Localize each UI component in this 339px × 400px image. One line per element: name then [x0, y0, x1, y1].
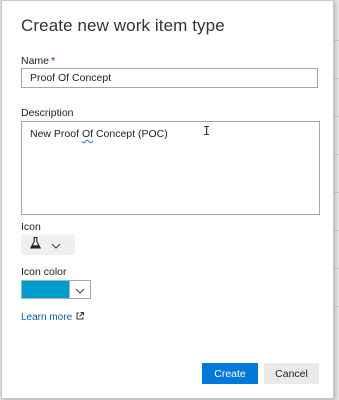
name-input-value: Proof Of Concept — [30, 72, 112, 84]
name-input[interactable]: Proof Of Concept — [21, 68, 318, 88]
flask-icon — [29, 236, 42, 254]
description-label: Description — [21, 107, 74, 119]
icon-color-label: Icon color — [21, 266, 67, 278]
color-swatch[interactable] — [21, 280, 70, 299]
name-label-text: Name — [21, 55, 50, 67]
name-label: Name * — [21, 55, 55, 67]
dialog-title: Create new work item type — [21, 16, 225, 35]
icon-picker-dropdown[interactable] — [21, 235, 75, 255]
chevron-down-icon — [51, 236, 61, 254]
create-work-item-type-dialog: Create new work item type Name * Proof Of… — [1, 0, 334, 399]
description-text-start: New Proof — [30, 128, 82, 140]
required-marker: * — [51, 55, 56, 67]
color-dropdown-button[interactable] — [70, 280, 91, 299]
icon-label: Icon — [21, 221, 41, 233]
description-text-end: Concept (POC) — [93, 128, 168, 140]
text-cursor-icon: I — [203, 124, 211, 138]
misspelled-word: Of — [81, 128, 94, 140]
description-textarea[interactable]: New Proof Of Concept (POC) — [21, 121, 320, 215]
create-button[interactable]: Create — [202, 363, 258, 384]
chevron-down-icon — [75, 281, 85, 299]
cancel-button[interactable]: Cancel — [264, 363, 319, 384]
learn-more-label: Learn more — [21, 312, 73, 323]
learn-more-link[interactable]: Learn more — [21, 312, 85, 323]
external-link-icon — [76, 312, 85, 323]
icon-color-picker[interactable] — [21, 280, 91, 299]
